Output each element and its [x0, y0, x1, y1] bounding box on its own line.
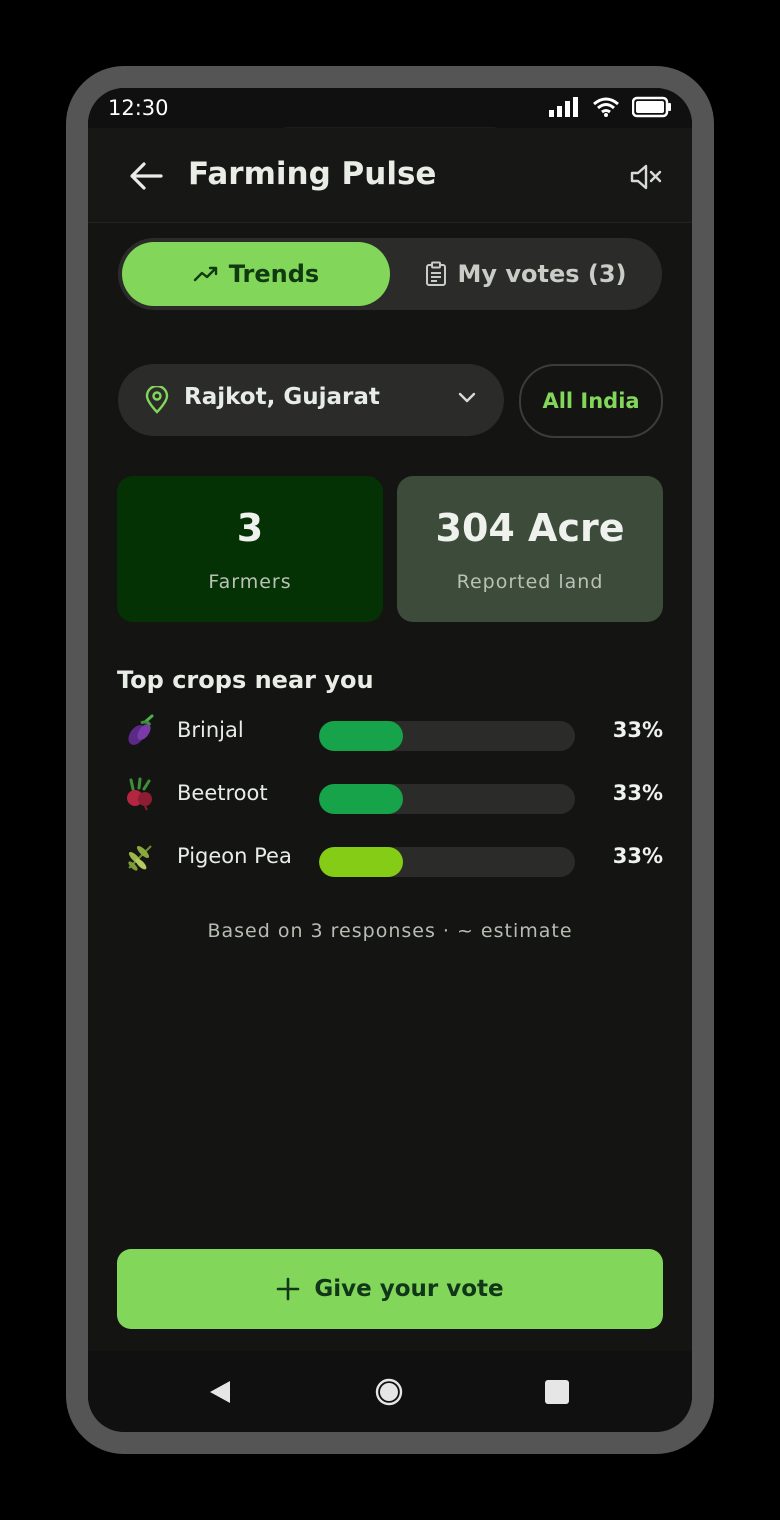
arrow-left-icon	[130, 162, 163, 190]
back-button[interactable]	[128, 158, 164, 194]
tab-trends-label: Trends	[228, 260, 320, 288]
nav-recents-button[interactable]	[542, 1377, 572, 1407]
square-recents-icon	[545, 1380, 569, 1404]
give-vote-label: Give your vote	[314, 1276, 504, 1302]
top-crops-title: Top crops near you	[117, 666, 374, 694]
crop-bar-fill	[319, 784, 404, 814]
triangle-back-icon	[210, 1381, 230, 1403]
tab-my-votes[interactable]: My votes (3)	[394, 242, 658, 306]
chevron-down-icon	[458, 392, 476, 403]
system-nav-bar	[88, 1351, 692, 1432]
page-title: Farming Pulse	[188, 156, 437, 192]
crop-row-pigeon-pea: Pigeon Pea 33%	[117, 838, 663, 878]
crop-row-brinjal: Brinjal 33%	[117, 712, 663, 752]
mute-button[interactable]	[628, 162, 664, 192]
farmers-label: Farmers	[208, 571, 292, 593]
nav-home-button[interactable]	[374, 1377, 404, 1407]
crop-name: Beetroot	[177, 781, 268, 805]
pigeon-pea-icon	[128, 845, 152, 871]
signal-icon	[549, 97, 578, 117]
tab-my-votes-label: My votes (3)	[457, 260, 627, 288]
give-vote-button[interactable]: Give your vote	[117, 1249, 663, 1329]
crop-row-beetroot: Beetroot 33%	[117, 775, 663, 815]
app-bar: Farming Pulse	[88, 128, 692, 223]
crop-percent: 33%	[612, 844, 663, 868]
crop-bar-fill	[319, 847, 404, 877]
land-label: Reported land	[456, 571, 604, 593]
trending-up-icon	[193, 266, 217, 282]
circle-home-icon	[375, 1378, 403, 1406]
location-pin-icon	[145, 386, 169, 414]
crop-bar-track	[319, 847, 575, 877]
speaker-muted-icon	[630, 164, 662, 190]
crop-bar-track	[319, 721, 575, 751]
crop-bar-track	[319, 784, 575, 814]
battery-icon	[632, 96, 671, 118]
nav-back-button[interactable]	[205, 1377, 235, 1407]
land-stat-card: 304 Acre Reported land	[397, 476, 663, 622]
crop-percent: 33%	[612, 781, 663, 805]
crop-percent: 33%	[612, 718, 663, 742]
tab-trends[interactable]: Trends	[122, 242, 390, 306]
land-value: 304 Acre	[435, 506, 625, 550]
status-time: 12:30	[108, 96, 169, 120]
location-value: Rajkot, Gujarat	[184, 384, 380, 410]
crop-bar-fill	[319, 721, 404, 751]
location-dropdown[interactable]: Rajkot, Gujarat	[118, 364, 504, 436]
wifi-icon	[593, 97, 619, 117]
crop-name: Pigeon Pea	[177, 844, 292, 868]
clipboard-icon	[426, 261, 447, 286]
status-bar: 12:30	[88, 88, 692, 128]
all-india-button[interactable]: All India	[519, 364, 663, 438]
device-screen: 12:30 Farming Pulse Trends My votes (3) …	[88, 88, 692, 1432]
farmers-stat-card: 3 Farmers	[117, 476, 383, 622]
tab-bar: Trends My votes (3)	[118, 238, 662, 310]
responses-footnote: Based on 3 responses · ~ estimate	[207, 920, 573, 942]
beetroot-icon	[127, 777, 152, 811]
brinjal-icon	[128, 714, 154, 745]
farmers-count: 3	[236, 506, 264, 550]
crop-name: Brinjal	[177, 718, 244, 742]
plus-icon	[277, 1277, 300, 1301]
